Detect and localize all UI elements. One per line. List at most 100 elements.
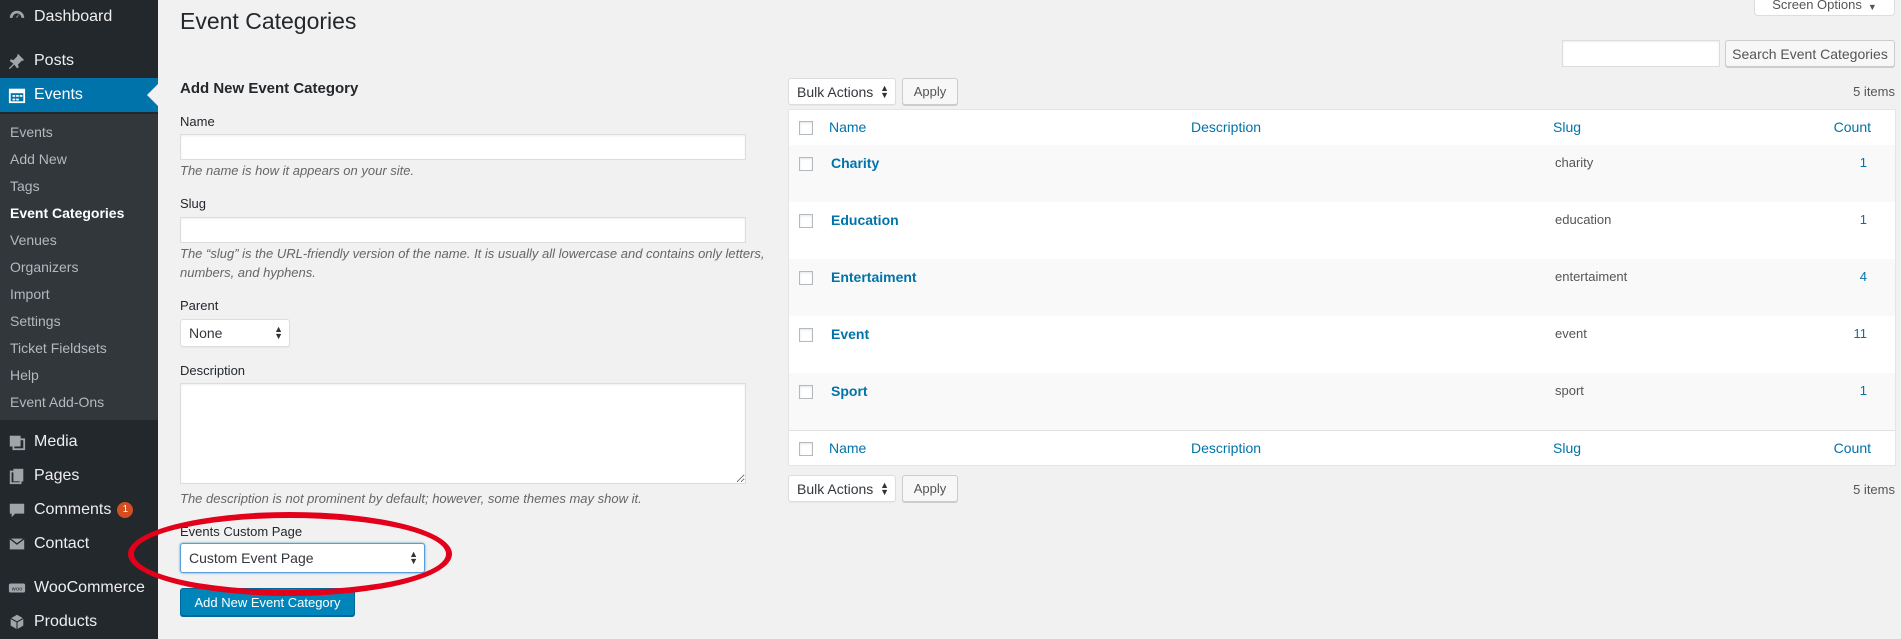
- submenu-item-tags[interactable]: Tags: [10, 178, 40, 194]
- custom-page-select-value: Custom Event Page: [189, 550, 314, 566]
- category-name-link[interactable]: Entertaiment: [831, 269, 917, 285]
- menu-item-dashboard[interactable]: Dashboard: [0, 0, 158, 34]
- menu-item-woocommerce[interactable]: woo WooCommerce: [0, 571, 158, 605]
- items-count-top: 5 items: [1853, 84, 1895, 99]
- category-count-link[interactable]: 1: [1860, 155, 1867, 170]
- column-footer-description[interactable]: Description: [1191, 440, 1261, 456]
- select-all-checkbox[interactable]: [799, 442, 813, 456]
- woocommerce-icon: woo: [7, 578, 27, 598]
- dashboard-icon: [7, 7, 27, 27]
- menu-item-label: Contact: [34, 535, 90, 552]
- row-checkbox[interactable]: [799, 214, 813, 228]
- menu-item-label: Dashboard: [34, 8, 113, 25]
- bulk-actions-select-bottom[interactable]: Bulk Actions ▲ ▼: [788, 475, 896, 502]
- mail-icon: [7, 534, 27, 554]
- description-textarea[interactable]: [180, 383, 746, 484]
- name-label: Name: [180, 114, 215, 129]
- select-all-checkbox[interactable]: [799, 121, 813, 135]
- menu-item-label: Events: [34, 86, 83, 103]
- table-row: Charity charity 1: [789, 145, 1895, 202]
- submenu-item-settings[interactable]: Settings: [10, 313, 61, 329]
- caret-down-icon: ▼: [1867, 2, 1877, 12]
- comment-icon: [7, 500, 27, 520]
- bulk-actions-select-top[interactable]: Bulk Actions ▲ ▼: [788, 78, 896, 105]
- menu-item-comments[interactable]: Comments 1: [0, 493, 158, 527]
- column-header-slug[interactable]: Slug: [1553, 119, 1581, 135]
- category-slug: charity: [1555, 155, 1594, 170]
- menu-item-label: Products: [34, 613, 98, 630]
- category-count-link[interactable]: 1: [1860, 383, 1867, 398]
- select-arrows-icon: ▲ ▼: [274, 324, 283, 341]
- pin-icon: [7, 51, 27, 71]
- events-submenu: Events Add New Tags Event Categories Ven…: [0, 114, 158, 420]
- table-row: Event event 11: [789, 316, 1895, 373]
- menu-item-label: WooCommerce: [34, 579, 145, 596]
- current-menu-arrow: [147, 84, 158, 106]
- bulk-actions-value: Bulk Actions: [797, 480, 874, 497]
- table-header-row: Name Description Slug Count: [789, 110, 1895, 146]
- slug-help-text: The “slug” is the URL-friendly version o…: [180, 246, 765, 280]
- row-checkbox[interactable]: [799, 271, 813, 285]
- apply-button-top[interactable]: Apply: [902, 78, 958, 105]
- category-name-link[interactable]: Event: [831, 326, 869, 342]
- table-row: Entertaiment entertaiment 4: [789, 259, 1895, 316]
- apply-button-bottom[interactable]: Apply: [902, 475, 958, 502]
- menu-item-products[interactable]: Products: [0, 605, 158, 639]
- custom-page-select[interactable]: Custom Event Page ▲ ▼: [180, 543, 425, 573]
- category-slug: sport: [1555, 383, 1584, 398]
- custom-page-label: Events Custom Page: [180, 524, 303, 539]
- menu-item-contact[interactable]: Contact: [0, 527, 158, 561]
- category-name-link[interactable]: Sport: [831, 383, 868, 399]
- submenu-item-event-add-ons[interactable]: Event Add-Ons: [10, 394, 104, 410]
- description-label: Description: [180, 363, 246, 378]
- menu-item-label: Media: [34, 433, 78, 450]
- submenu-item-import[interactable]: Import: [10, 286, 50, 302]
- screen-options-button[interactable]: Screen Options ▼: [1754, 0, 1895, 16]
- category-count-link[interactable]: 1: [1860, 212, 1867, 227]
- name-input[interactable]: [180, 134, 746, 160]
- submenu-item-organizers[interactable]: Organizers: [10, 259, 78, 275]
- slug-label: Slug: [180, 196, 207, 211]
- menu-item-label: Pages: [34, 467, 80, 484]
- row-checkbox[interactable]: [799, 385, 813, 399]
- calendar-icon: [7, 85, 27, 105]
- column-footer-count[interactable]: Count: [1834, 440, 1871, 456]
- category-name-link[interactable]: Education: [831, 212, 899, 228]
- column-header-description[interactable]: Description: [1191, 119, 1261, 135]
- menu-item-media[interactable]: Media: [0, 425, 158, 459]
- search-input[interactable]: [1562, 40, 1720, 67]
- products-icon: [7, 612, 27, 632]
- menu-item-events[interactable]: Events: [0, 78, 158, 112]
- submenu-item-help[interactable]: Help: [10, 367, 39, 383]
- search-categories-button[interactable]: Search Event Categories: [1725, 40, 1895, 67]
- slug-input[interactable]: [180, 217, 746, 243]
- select-arrows-icon: ▲ ▼: [409, 549, 418, 566]
- submenu-item-events[interactable]: Events: [10, 124, 53, 140]
- column-footer-slug[interactable]: Slug: [1553, 440, 1581, 456]
- menu-item-posts[interactable]: Posts: [0, 44, 158, 78]
- page-title: Event Categories: [180, 8, 357, 34]
- category-count-link[interactable]: 4: [1860, 269, 1867, 284]
- column-footer-name[interactable]: Name: [829, 440, 866, 456]
- table-row: Sport sport 1: [789, 373, 1895, 430]
- category-slug: education: [1555, 212, 1612, 227]
- category-count-link[interactable]: 11: [1854, 326, 1868, 341]
- screen-options-label: Screen Options: [1772, 0, 1862, 12]
- description-help-text: The description is not prominent by defa…: [180, 491, 642, 506]
- select-arrows-icon: ▲ ▼: [880, 479, 889, 497]
- row-checkbox[interactable]: [799, 157, 813, 171]
- category-name-link[interactable]: Charity: [831, 155, 879, 171]
- menu-item-label: Comments: [34, 501, 112, 518]
- submenu-item-event-categories[interactable]: Event Categories: [10, 205, 124, 221]
- column-header-name[interactable]: Name: [829, 119, 866, 135]
- menu-item-pages[interactable]: Pages: [0, 459, 158, 493]
- row-checkbox[interactable]: [799, 328, 813, 342]
- add-new-category-button[interactable]: Add New Event Category: [180, 588, 355, 616]
- submenu-item-add-new[interactable]: Add New: [10, 151, 67, 167]
- submenu-item-ticket-fieldsets[interactable]: Ticket Fieldsets: [10, 340, 107, 356]
- parent-select[interactable]: None ▲ ▼: [180, 319, 290, 347]
- submenu-item-venues[interactable]: Venues: [10, 232, 57, 248]
- menu-item-label: Posts: [34, 52, 75, 69]
- column-header-count[interactable]: Count: [1834, 119, 1871, 135]
- table-row: Education education 1: [789, 202, 1895, 259]
